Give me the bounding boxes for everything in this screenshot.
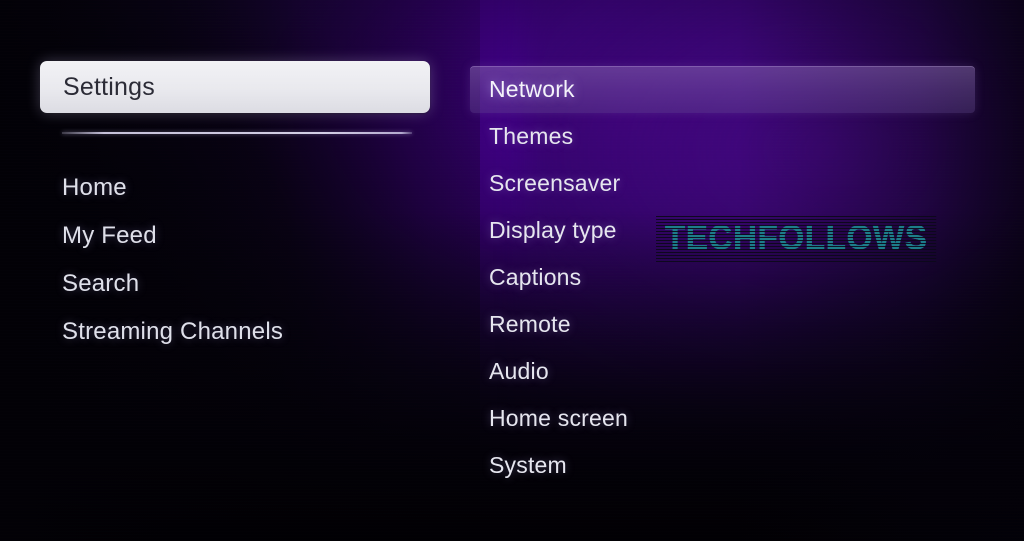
settings-option-label: Screensaver <box>489 170 621 196</box>
left-menu-list: Home My Feed Search Streaming Channels <box>62 164 422 356</box>
sidebar-item-label: Search <box>62 270 140 297</box>
settings-option-label: Network <box>489 76 575 102</box>
settings-option-captions[interactable]: Captions <box>470 254 1024 301</box>
settings-option-remote[interactable]: Remote <box>470 301 1024 348</box>
sidebar-item-label: Home <box>62 174 127 201</box>
settings-option-network[interactable]: Network <box>470 66 975 113</box>
settings-option-label: Remote <box>489 311 571 337</box>
left-panel-divider <box>62 132 412 134</box>
settings-options-panel: Network Themes Screensaver Display type … <box>470 0 1024 541</box>
sidebar-item-my-feed[interactable]: My Feed <box>62 212 422 260</box>
settings-header-label: Settings <box>63 72 155 101</box>
settings-option-label: System <box>489 452 567 478</box>
settings-option-label: Captions <box>489 264 582 290</box>
settings-option-home-screen[interactable]: Home screen <box>470 395 1024 442</box>
settings-options-list: Network Themes Screensaver Display type … <box>470 66 1024 489</box>
settings-option-label: Audio <box>489 358 549 384</box>
settings-option-label: Display type <box>489 217 617 243</box>
left-navigation-panel: Settings Home My Feed Search Streaming C… <box>0 0 470 541</box>
settings-option-themes[interactable]: Themes <box>470 113 1024 160</box>
techfollows-watermark: TECHFOLLOWS <box>656 214 937 262</box>
settings-option-label: Home screen <box>489 405 628 431</box>
sidebar-item-home[interactable]: Home <box>62 164 422 212</box>
settings-header-pill[interactable]: Settings <box>40 61 430 113</box>
sidebar-item-label: My Feed <box>62 222 157 249</box>
watermark-text: TECHFOLLOWS <box>664 218 928 257</box>
settings-option-screensaver[interactable]: Screensaver <box>470 160 1024 207</box>
settings-option-audio[interactable]: Audio <box>470 348 1024 395</box>
sidebar-item-search[interactable]: Search <box>62 260 422 308</box>
settings-option-label: Themes <box>489 123 574 149</box>
sidebar-item-label: Streaming Channels <box>62 318 284 345</box>
settings-option-system[interactable]: System <box>470 442 1024 489</box>
sidebar-item-streaming-channels[interactable]: Streaming Channels <box>62 308 422 356</box>
roku-settings-screen: Settings Home My Feed Search Streaming C… <box>0 0 1024 541</box>
